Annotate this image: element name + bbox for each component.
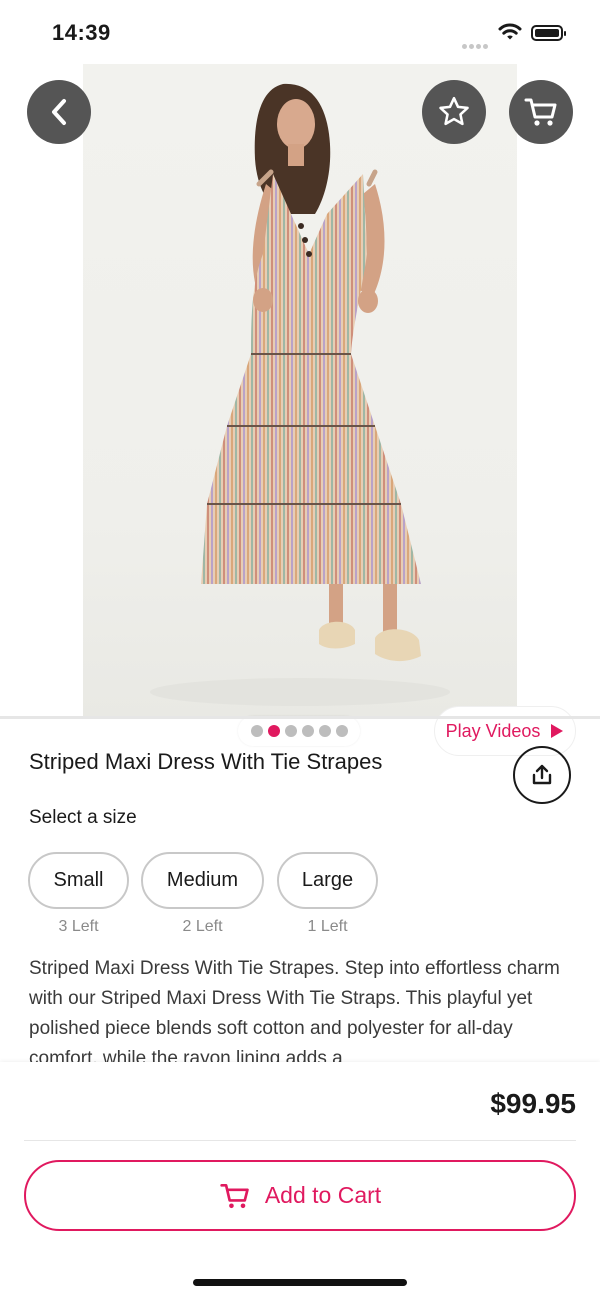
dress-model-illustration [150,83,450,706]
play-icon [551,724,564,738]
stock-count-medium: 2 Left [182,918,223,935]
wifi-icon [498,23,522,40]
pager-dot[interactable] [284,725,297,737]
product-description: Striped Maxi Dress With Tie Strapes. Ste… [29,958,560,1062]
back-button[interactable] [27,80,91,144]
stock-count-large: 1 Left [307,918,348,935]
home-indicator[interactable] [193,1279,407,1286]
status-bar: 14:39 [0,0,600,64]
add-to-cart-button[interactable]: Add to Cart [24,1160,576,1231]
size-option-medium[interactable]: Medium [141,852,264,909]
share-icon [532,764,552,785]
back-icon [52,99,66,125]
pager-dot[interactable] [301,725,314,737]
size-option-large[interactable]: Large [277,852,378,909]
product-photo[interactable] [83,64,517,717]
favorite-button[interactable] [422,80,486,144]
size-section-label: Select a size [29,807,137,828]
play-videos-label: Play Videos [445,720,541,741]
pager-dot[interactable] [335,725,348,737]
battery-icon [531,25,566,41]
cart-button[interactable] [509,80,573,144]
pager-dot[interactable] [250,725,263,737]
checkout-divider [24,1140,576,1141]
size-option-small[interactable]: Small [28,852,129,909]
stock-count-small: 3 Left [58,918,99,935]
image-pager[interactable] [238,716,360,746]
share-button[interactable] [513,746,571,804]
product-price: $99.95 [490,1088,576,1119]
cart-icon [220,1183,249,1208]
signal-dots-icon [462,36,490,54]
cart-icon [524,98,557,126]
status-time: 14:39 [52,20,111,45]
pager-dot[interactable] [318,725,331,737]
product-title: Striped Maxi Dress With Tie Strapes [29,749,383,774]
gallery-divider [0,716,600,719]
add-to-cart-label: Add to Cart [264,1182,382,1208]
pager-dot-active[interactable] [267,725,280,737]
star-icon [439,96,469,126]
product-gallery[interactable]: Play Videos [0,64,600,756]
